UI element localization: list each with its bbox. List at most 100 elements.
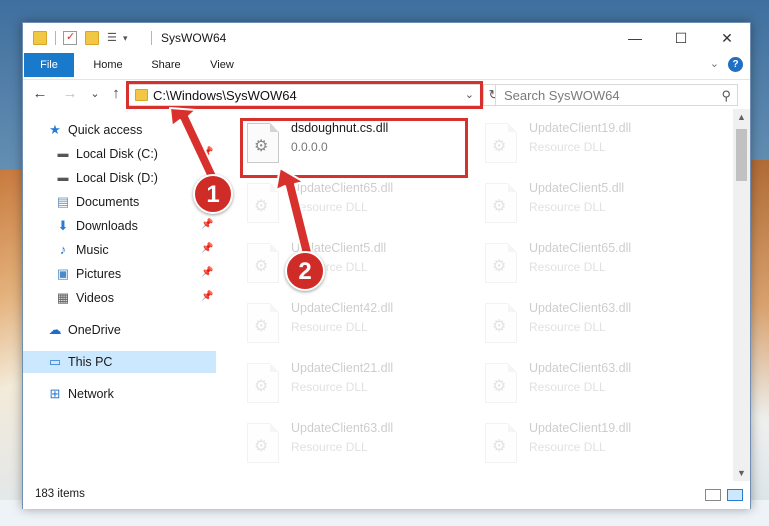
title-bar: ✓ ☰ ▾ SysWOW64 — ☐ ✕ <box>23 23 750 53</box>
sidebar-item-pictures[interactable]: ▣ Pictures 📌 <box>23 263 216 285</box>
file-name: UpdateClient42.dll <box>291 301 394 315</box>
tab-view[interactable]: View <box>197 53 247 77</box>
network-icon: ⊞ <box>49 386 61 401</box>
sidebar-item-documents[interactable]: ▤ Documents 📌 <box>23 191 216 213</box>
customize-icon[interactable]: ☰ <box>107 31 121 45</box>
tab-share[interactable]: Share <box>141 53 191 77</box>
gear-icon: ⚙ <box>492 258 507 275</box>
gear-icon: ⚙ <box>254 258 269 275</box>
window-title: SysWOW64 <box>161 31 227 45</box>
sidebar-item-this-pc[interactable]: ▭ This PC <box>23 351 216 373</box>
documents-icon: ▤ <box>56 194 70 209</box>
file-item[interactable]: ⚙ UpdateClient65.dll Resource DLL <box>241 175 471 231</box>
separator <box>151 31 152 45</box>
file-item[interactable]: ⚙ UpdateClient42.dll Resource DLL <box>241 295 471 351</box>
gear-icon: ⚙ <box>492 198 507 215</box>
sidebar-item-onedrive[interactable]: ☁ OneDrive <box>23 319 216 341</box>
sidebar-item-local-disk-d[interactable]: ▬ Local Disk (D:) <box>23 167 216 189</box>
file-type: Resource DLL <box>529 440 606 454</box>
close-button[interactable]: ✕ <box>704 23 750 53</box>
videos-icon: ▦ <box>56 290 70 305</box>
file-name: UpdateClient5.dll <box>529 181 625 195</box>
tab-file[interactable]: File <box>24 53 74 77</box>
large-icons-view-icon[interactable] <box>727 489 743 501</box>
separator <box>55 31 56 45</box>
star-icon: ★ <box>49 122 61 137</box>
dll-file-icon: ⚙ <box>247 243 279 283</box>
file-highlight-box <box>240 118 468 178</box>
sidebar-item-label: Pictures <box>76 267 122 281</box>
dll-file-icon: ⚙ <box>247 363 279 403</box>
file-type: Resource DLL <box>529 260 606 274</box>
scroll-down-icon[interactable]: ▼ <box>733 465 750 481</box>
recent-locations-button[interactable]: ⌄ <box>86 86 104 102</box>
file-item[interactable]: ⚙ UpdateClient21.dll Resource DLL <box>241 355 471 411</box>
file-type: Resource DLL <box>529 140 606 154</box>
sidebar-item-network[interactable]: ⊞ Network <box>23 383 216 405</box>
pin-icon: 📌 <box>201 291 214 302</box>
file-name: UpdateClient65.dll <box>291 181 394 195</box>
gear-icon: ⚙ <box>254 318 269 335</box>
navigation-pane: ★ Quick access ▬ Local Disk (C:) 📌 ▬ Loc… <box>23 109 216 479</box>
dll-file-icon: ⚙ <box>485 423 517 463</box>
dll-file-icon: ⚙ <box>485 303 517 343</box>
search-input[interactable]: Search SysWOW64 ⚲ <box>495 84 738 106</box>
search-placeholder: Search SysWOW64 <box>504 88 620 103</box>
file-type: Resource DLL <box>529 200 606 214</box>
file-item[interactable]: ⚙ UpdateClient19.dll Resource DLL <box>479 415 709 471</box>
gear-icon: ⚙ <box>254 198 269 215</box>
expand-ribbon-icon[interactable]: ⌄ <box>710 57 719 70</box>
file-type: Resource DLL <box>291 380 368 394</box>
scrollbar-thumb[interactable] <box>736 129 747 181</box>
file-type: Resource DLL <box>291 440 368 454</box>
help-button[interactable]: ? <box>728 57 743 72</box>
file-item[interactable]: ⚙ UpdateClient19.dll Resource DLL <box>479 115 709 171</box>
pin-icon: 📌 <box>201 267 214 278</box>
scroll-up-icon[interactable]: ▲ <box>733 109 750 125</box>
sidebar-item-quick-access[interactable]: ★ Quick access <box>23 119 216 141</box>
file-item[interactable]: ⚙ UpdateClient65.dll Resource DLL <box>479 235 709 291</box>
file-name: UpdateClient63.dll <box>529 361 632 375</box>
item-count: 183 items <box>35 488 85 500</box>
file-name: UpdateClient19.dll <box>529 421 632 435</box>
sidebar-item-label: Documents <box>76 195 140 209</box>
step-badge-2: 2 <box>285 251 325 291</box>
sidebar-item-label: Quick access <box>68 123 143 137</box>
dll-file-icon: ⚙ <box>247 183 279 223</box>
address-highlight-box <box>126 81 483 109</box>
up-button[interactable]: ↑ <box>107 86 125 102</box>
file-item[interactable]: ⚙ UpdateClient5.dll Resource DLL <box>479 175 709 231</box>
sidebar-item-downloads[interactable]: ⬇ Downloads 📌 <box>23 215 216 237</box>
gear-icon: ⚙ <box>254 378 269 395</box>
pc-icon: ▭ <box>48 354 62 369</box>
onedrive-icon: ☁ <box>48 322 62 337</box>
minimize-button[interactable]: — <box>612 23 658 53</box>
dll-file-icon: ⚙ <box>247 303 279 343</box>
file-item[interactable]: ⚙ UpdateClient63.dll Resource DLL <box>241 415 471 471</box>
sidebar-item-music[interactable]: ♪ Music 📌 <box>23 239 216 261</box>
sidebar-item-label: OneDrive <box>68 323 121 337</box>
file-name: UpdateClient65.dll <box>529 241 632 255</box>
file-name: UpdateClient63.dll <box>291 421 394 435</box>
downloads-icon: ⬇ <box>57 218 69 233</box>
chevron-down-icon[interactable]: ▾ <box>123 31 137 45</box>
vertical-scrollbar[interactable]: ▲ ▼ <box>733 109 750 481</box>
maximize-button[interactable]: ☐ <box>658 23 704 53</box>
dll-file-icon: ⚙ <box>247 423 279 463</box>
sidebar-item-videos[interactable]: ▦ Videos 📌 <box>23 287 216 309</box>
pictures-icon: ▣ <box>56 266 70 281</box>
gear-icon: ⚙ <box>492 318 507 335</box>
file-item[interactable]: ⚙ UpdateClient63.dll Resource DLL <box>479 355 709 411</box>
properties-icon[interactable]: ✓ <box>63 31 77 45</box>
sidebar-item-label: Network <box>68 387 114 401</box>
back-button[interactable]: ← <box>31 86 49 102</box>
sidebar-item-local-disk-c[interactable]: ▬ Local Disk (C:) 📌 <box>23 143 216 165</box>
details-view-icon[interactable] <box>705 489 721 501</box>
forward-button[interactable]: → <box>61 86 79 102</box>
new-folder-icon[interactable] <box>85 31 99 45</box>
file-item[interactable]: ⚙ UpdateClient63.dll Resource DLL <box>479 295 709 351</box>
pin-icon: 📌 <box>201 219 214 230</box>
music-icon: ♪ <box>59 242 67 257</box>
file-item[interactable]: ⚙ UpdateClient5.dll Resource DLL <box>241 235 471 291</box>
tab-home[interactable]: Home <box>83 53 133 77</box>
